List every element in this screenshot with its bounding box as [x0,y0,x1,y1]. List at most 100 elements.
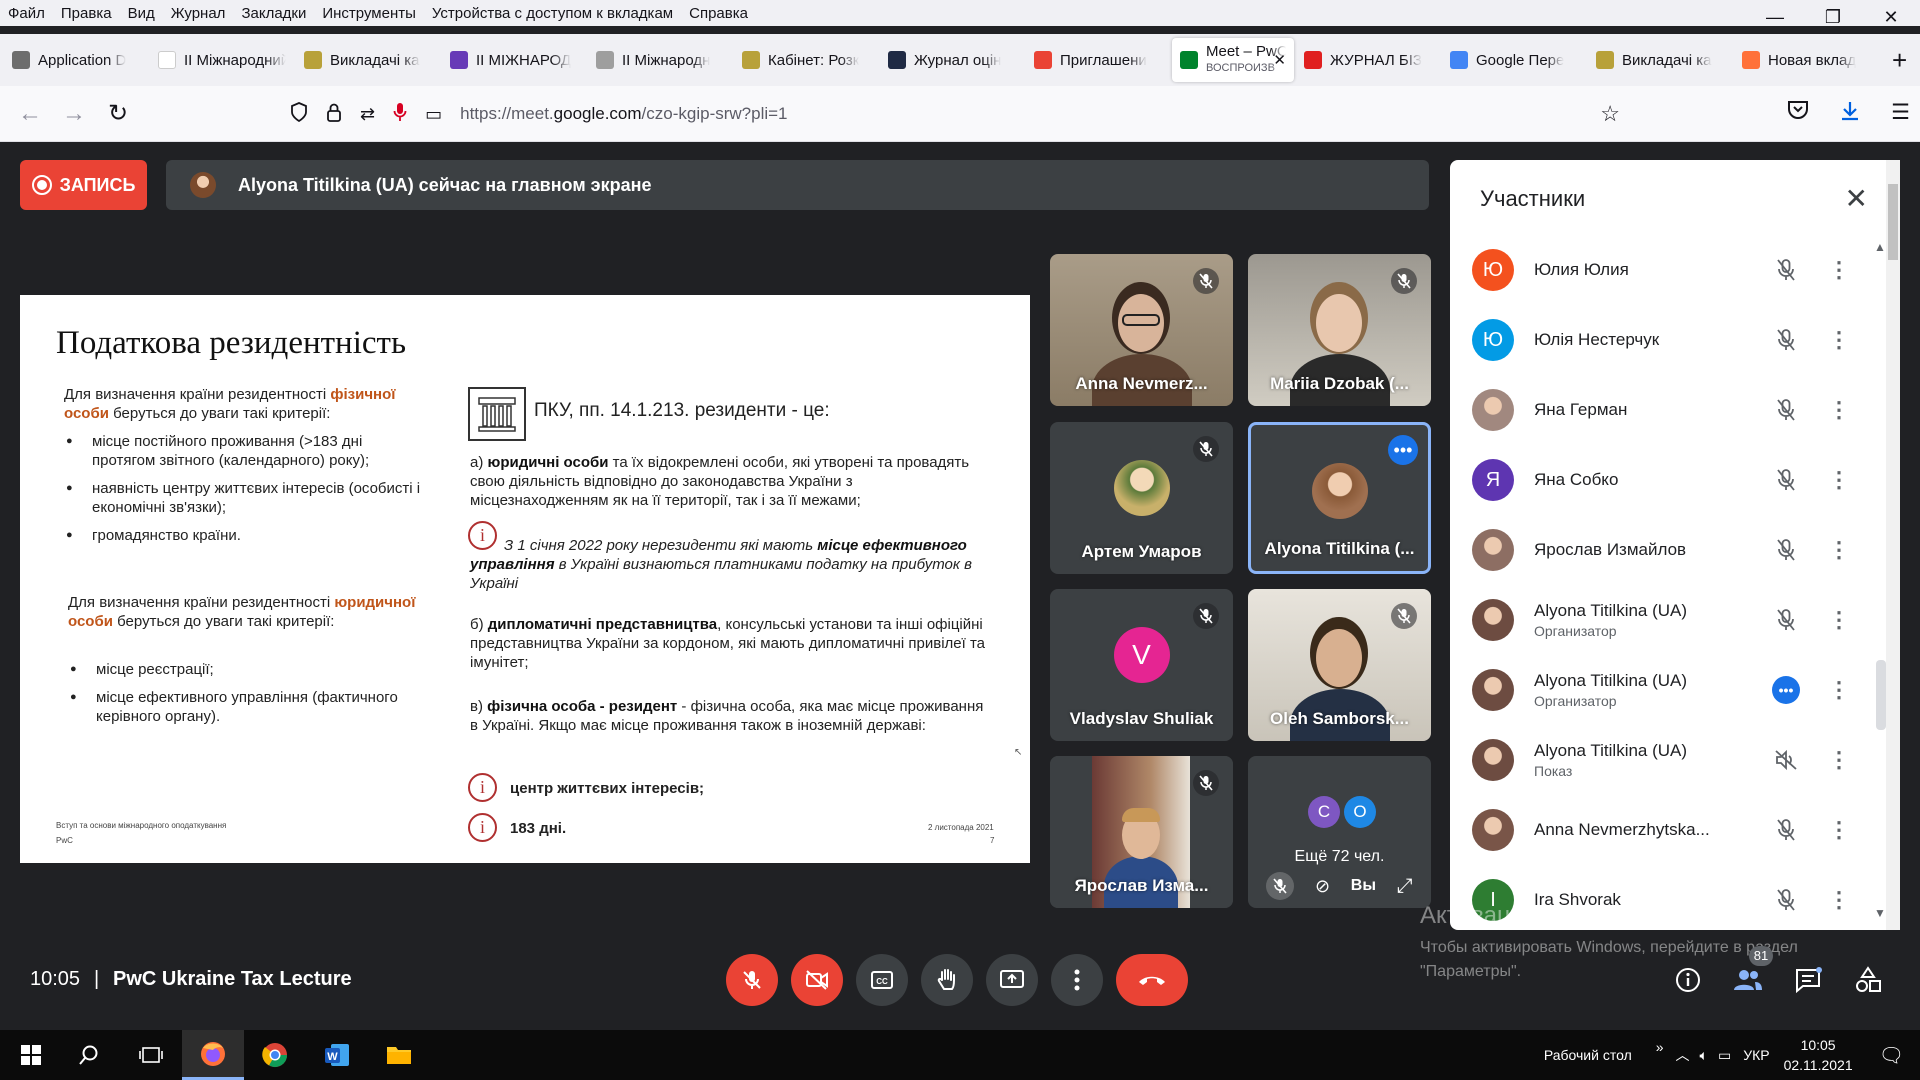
mic-off-button[interactable] [726,954,778,1006]
tracking-shield-icon[interactable] [290,101,308,127]
reload-icon[interactable]: ↻ [96,99,140,128]
downloads-icon[interactable] [1839,100,1861,128]
participant-tile[interactable]: С О Ещё 72 чел. ⊘ Вы ⤢ [1248,756,1431,908]
back-arrow-icon[interactable]: ← [8,100,52,128]
leave-call-button[interactable] [1116,954,1188,1006]
word-taskbar-icon[interactable]: W [306,1030,368,1080]
participant-more-options-icon[interactable]: ⋮ [1828,467,1850,493]
browser-tab[interactable]: Журнал оцін [880,38,1024,82]
participant-more-options-icon[interactable]: ⋮ [1828,537,1850,563]
browser-tab[interactable]: Google Пере [1442,38,1586,82]
muted-mic-icon[interactable] [1772,536,1800,564]
participant-more-options-icon[interactable]: ⋮ [1828,677,1850,703]
close-panel-icon[interactable]: ✕ [1845,182,1868,215]
audio-off-icon[interactable] [1772,746,1800,774]
browser-tab[interactable]: Приглашени [1026,38,1170,82]
participants-button[interactable] [1728,960,1768,1000]
participant-tile[interactable]: Anna Nevmerz... [1050,254,1233,406]
desktop-toolbar-label[interactable]: Рабочий стол [1544,1047,1632,1063]
muted-mic-icon[interactable] [1772,606,1800,634]
scroll-up-icon[interactable]: ▲ [1874,240,1886,254]
input-language[interactable]: УКР [1743,1047,1769,1063]
meeting-details-button[interactable] [1668,960,1708,1000]
search-icon[interactable] [58,1030,120,1080]
participant-more-options-icon[interactable]: ⋮ [1828,747,1850,773]
participant-more-options-icon[interactable]: ⋮ [1828,257,1850,283]
participant-tile[interactable]: Ярослав Изма... [1050,756,1233,908]
participant-tile[interactable]: Артем Умаров [1050,422,1233,574]
browser-tab[interactable]: II Міжнародний [150,38,294,82]
browser-tab[interactable]: Application D [4,38,148,82]
bookmark-star-icon[interactable]: ☆ [1600,101,1620,127]
toolbar-chevron-icon[interactable]: » [1656,1039,1664,1055]
file-explorer-taskbar-icon[interactable] [368,1030,430,1080]
muted-mic-icon[interactable] [1772,396,1800,424]
close-window-icon[interactable]: ✕ [1862,0,1920,34]
participant-row[interactable]: Ю Юлія Нестерчук ⋮ [1472,310,1852,370]
microphone-in-use-icon[interactable] [393,102,407,127]
participant-row[interactable]: Alyona Titilkina (UA) Организатор ••• ⋮ [1472,660,1852,720]
browser-tab[interactable]: II Міжнародн [588,38,732,82]
menu-item[interactable]: Вид [120,5,163,22]
menu-item[interactable]: Файл [0,5,53,22]
browser-tab[interactable]: Meet – PwC ВОСПРОИЗВ ✕ [1172,38,1294,82]
chrome-taskbar-icon[interactable] [244,1030,306,1080]
browser-tab[interactable]: Викладачі ка [1588,38,1732,82]
browser-tab[interactable]: II МІЖНАРОД [442,38,586,82]
more-options-button[interactable] [1051,954,1103,1006]
scroll-down-icon[interactable]: ▼ [1874,906,1886,920]
menu-item[interactable]: Устройства с доступом к вкладкам [424,5,681,22]
activities-button[interactable] [1848,960,1888,1000]
expand-icon[interactable]: ⤢ [1397,875,1413,898]
windows-start-icon[interactable] [0,1030,62,1080]
app-menu-hamburger-icon[interactable]: ☰ [1891,100,1910,128]
recording-indicator-button[interactable]: ЗАПИСЬ [20,160,147,210]
participant-more-options-icon[interactable]: ⋮ [1828,397,1850,423]
captions-button[interactable]: CC [856,954,908,1006]
participant-row[interactable]: Я Яна Собко ⋮ [1472,450,1852,510]
camera-off-button[interactable] [791,954,843,1006]
muted-mic-icon[interactable] [1772,466,1800,494]
browser-tab[interactable]: Новая вклад [1734,38,1878,82]
participant-row[interactable]: Anna Nevmerzhytska... ⋮ [1472,800,1852,860]
participant-tile[interactable]: Mariia Dzobak (... [1248,254,1431,406]
url-text[interactable]: https://meet.google.com/czo-kgip-srw?pli… [460,104,787,124]
forward-arrow-icon[interactable]: → [52,100,96,128]
muted-mic-icon[interactable] [1772,326,1800,354]
participant-tile[interactable]: Oleh Samborsk... [1248,589,1431,741]
chat-button[interactable] [1788,960,1828,1000]
permissions-icon[interactable]: ⇄ [360,104,375,125]
pocket-icon[interactable] [1787,100,1809,128]
participant-row[interactable]: Alyona Titilkina (UA) Организатор ⋮ [1472,590,1852,650]
menu-item[interactable]: Справка [681,5,756,22]
volume-muted-icon[interactable]: 🔈︎ [1700,1047,1708,1064]
firefox-taskbar-icon[interactable] [182,1030,244,1080]
lock-icon[interactable] [326,102,342,127]
page-info-icon[interactable]: ▭ [425,104,442,125]
participant-row[interactable]: Яна Герман ⋮ [1472,380,1852,440]
participant-row[interactable]: Ярослав Измайлов ⋮ [1472,520,1852,580]
browser-tab[interactable]: Викладачі ка [296,38,440,82]
task-view-icon[interactable] [120,1030,182,1080]
browser-tab[interactable]: Кабінет: Розк [734,38,878,82]
participant-tile[interactable]: Alyona Titilkina (... ••• [1248,422,1431,574]
network-icon[interactable]: ▭ [1718,1047,1731,1064]
menu-item[interactable]: Инструменты [314,5,424,22]
menu-item[interactable]: Правка [53,5,120,22]
restore-icon[interactable]: ❐ [1804,0,1862,34]
close-tab-icon[interactable]: ✕ [1273,51,1286,69]
muted-mic-icon[interactable] [1772,816,1800,844]
menu-item[interactable]: Закладки [233,5,314,22]
browser-tab[interactable]: ЖУРНАЛ БІЗ [1296,38,1440,82]
tray-expand-icon[interactable]: ︿ [1676,1045,1690,1065]
participant-more-options-icon[interactable]: ⋮ [1828,607,1850,633]
minimize-icon[interactable]: — [1746,0,1804,34]
participant-tile[interactable]: V Vladyslav Shuliak [1050,589,1233,741]
notifications-icon[interactable]: 🗨︎ [1879,1043,1904,1068]
self-camera-off-icon[interactable]: ⊘ [1315,876,1330,897]
menu-item[interactable]: Журнал [163,5,234,22]
participant-more-options-icon[interactable]: ⋮ [1828,327,1850,353]
page-scrollbar[interactable] [1886,160,1900,930]
raise-hand-button[interactable] [921,954,973,1006]
address-bar[interactable]: ⇄ ▭ https://meet.google.com/czo-kgip-srw… [290,94,1640,134]
